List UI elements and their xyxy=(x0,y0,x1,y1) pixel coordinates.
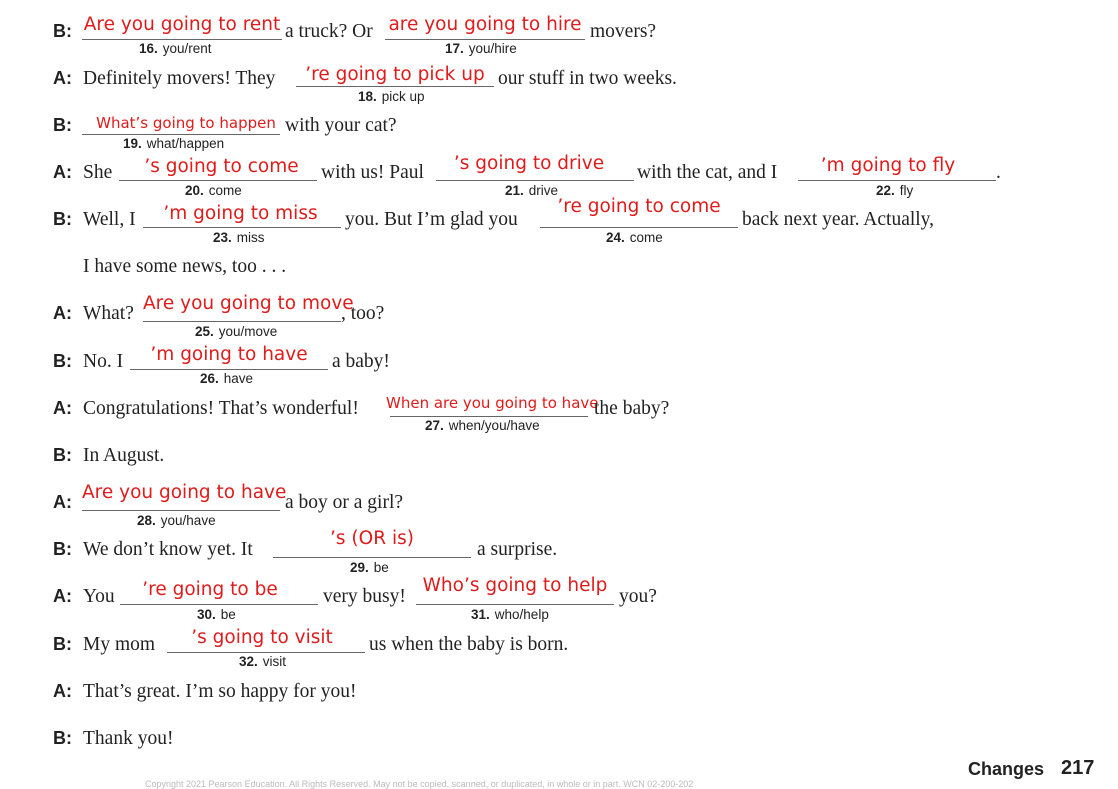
answer-18: ’re going to pick up xyxy=(305,64,485,85)
dialogue-text: a baby! xyxy=(332,351,390,372)
dialogue-text: Thank you! xyxy=(83,728,174,749)
answer-17: are you going to hire xyxy=(388,14,582,35)
cue-30: 30. be xyxy=(197,607,236,622)
dialogue-text: No. I xyxy=(83,351,124,372)
answer-19: What’s going to happen xyxy=(96,114,276,132)
answer-29: ’s (OR is) xyxy=(330,528,414,549)
copyright-notice: Copyright 2021 Pearson Education. All Ri… xyxy=(145,779,694,789)
cue-29: 29. be xyxy=(350,560,389,575)
answer-23: ’m going to miss xyxy=(163,203,318,224)
section-title: Changes xyxy=(968,759,1045,779)
dialogue-text: Congratulations! That’s wonderful! xyxy=(83,398,359,419)
speaker-label: B: xyxy=(53,539,72,559)
answer-28: Are you going to have xyxy=(82,482,287,503)
dialogue-text: the baby? xyxy=(594,398,670,419)
blank-line-31[interactable] xyxy=(416,604,614,605)
answer-26: ’m going to have xyxy=(150,344,308,365)
dialogue-text: I have some news, too . . . xyxy=(83,256,287,277)
answer-22: ’m going to fly xyxy=(820,155,956,176)
blank-line-27[interactable] xyxy=(390,416,588,417)
cue-20: 20. come xyxy=(185,183,242,198)
blank-line-23[interactable] xyxy=(143,227,341,228)
dialogue-text: Definitely movers! They xyxy=(83,68,276,89)
speaker-label: A: xyxy=(53,303,72,323)
dialogue-text: a truck? Or xyxy=(285,21,373,42)
speaker-label: A: xyxy=(53,492,72,512)
cue-16: 16. you/rent xyxy=(139,41,212,56)
dialogue-text: with your cat? xyxy=(285,115,397,136)
cue-22: 22. fly xyxy=(876,183,914,198)
blank-line-18[interactable] xyxy=(296,86,494,87)
cue-17: 17. you/hire xyxy=(445,41,517,56)
blank-line-16[interactable] xyxy=(82,39,282,40)
page-number: 217 xyxy=(1061,757,1095,779)
dialogue-text: with the cat, and I xyxy=(637,162,778,183)
cue-27: 27. when/you/have xyxy=(425,418,540,433)
answer-31: Who’s going to help xyxy=(422,575,608,596)
dialogue-text: a surprise. xyxy=(477,539,558,560)
dialogue-text: back next year. Actually, xyxy=(742,209,935,230)
speaker-label: B: xyxy=(53,728,72,748)
answer-25: Are you going to move xyxy=(143,293,354,314)
blank-line-17[interactable] xyxy=(385,39,585,40)
cue-26: 26. have xyxy=(200,371,254,386)
cue-28: 28. you/have xyxy=(137,513,216,528)
blank-line-24[interactable] xyxy=(540,227,738,228)
dialogue-text: very busy! xyxy=(323,586,406,607)
answer-21: ’s going to drive xyxy=(453,153,605,174)
dialogue-text: a boy or a girl? xyxy=(285,492,404,513)
speaker-label: B: xyxy=(53,21,72,41)
dialogue-text: you. But I’m glad you xyxy=(345,209,518,230)
blank-line-29[interactable] xyxy=(273,557,471,558)
speaker-label: B: xyxy=(53,209,72,229)
speaker-label: B: xyxy=(53,634,72,654)
blank-line-26[interactable] xyxy=(130,369,328,370)
dialogue-text: you? xyxy=(619,586,657,607)
blank-line-19[interactable] xyxy=(82,134,280,135)
blank-line-28[interactable] xyxy=(82,510,280,511)
cue-18: 18. pick up xyxy=(358,89,425,104)
speaker-label: B: xyxy=(53,351,72,371)
answer-16: Are you going to rent xyxy=(83,14,281,35)
dialogue-text: us when the baby is born. xyxy=(369,634,569,655)
speaker-label: B: xyxy=(53,445,72,465)
answer-30: ’re going to be xyxy=(142,579,278,600)
cue-19: 19. what/happen xyxy=(123,136,225,151)
dialogue-text: What? xyxy=(83,303,134,324)
answer-32: ’s going to visit xyxy=(191,627,333,648)
dialogue-text: In August. xyxy=(83,445,165,466)
dialogue-text: She xyxy=(83,162,113,183)
answer-24: ’re going to come xyxy=(557,196,721,217)
speaker-label: A: xyxy=(53,162,72,182)
speaker-label: A: xyxy=(53,681,72,701)
dialogue-text: Well, I xyxy=(83,209,136,230)
speaker-label: A: xyxy=(53,586,72,606)
dialogue-text: , too? xyxy=(341,303,385,324)
dialogue-text: My mom xyxy=(83,634,156,655)
blank-line-32[interactable] xyxy=(167,652,365,653)
speaker-label: A: xyxy=(53,68,72,88)
dialogue-text: . xyxy=(996,162,1001,183)
blank-line-21[interactable] xyxy=(436,180,634,181)
answer-20: ’s going to come xyxy=(144,156,299,177)
cue-31: 31. who/help xyxy=(471,607,549,622)
speaker-label: A: xyxy=(53,398,72,418)
blank-line-20[interactable] xyxy=(119,180,317,181)
dialogue-text: We don’t know yet. It xyxy=(83,539,253,560)
blank-line-25[interactable] xyxy=(143,321,341,322)
cue-23: 23. miss xyxy=(213,230,265,245)
blank-line-30[interactable] xyxy=(120,604,318,605)
answer-27: When are you going to have xyxy=(386,394,599,412)
cue-25: 25. you/move xyxy=(195,324,278,339)
cue-32: 32. visit xyxy=(239,654,287,669)
dialogue-text: movers? xyxy=(590,21,657,42)
dialogue-text: our stuff in two weeks. xyxy=(498,68,677,89)
cue-24: 24. come xyxy=(606,230,663,245)
speaker-label: B: xyxy=(53,115,72,135)
dialogue-text: with us! Paul xyxy=(321,162,424,183)
blank-line-22[interactable] xyxy=(798,180,996,181)
dialogue-text: That’s great. I’m so happy for you! xyxy=(83,681,357,702)
